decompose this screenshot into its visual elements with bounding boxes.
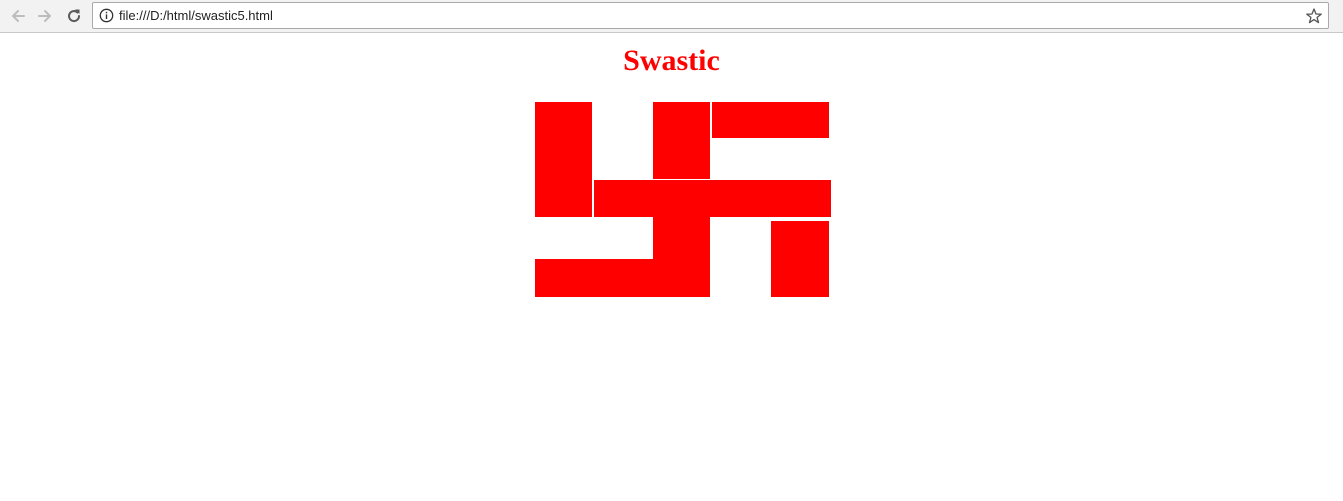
- info-icon[interactable]: [99, 8, 114, 23]
- page-content: Swastic: [0, 34, 1343, 501]
- page-title: Swastic: [623, 44, 720, 77]
- symbol-block: [653, 102, 710, 179]
- back-button[interactable]: [7, 5, 29, 27]
- symbol-block: [653, 217, 710, 297]
- address-bar[interactable]: file:///D:/html/swastic5.html: [92, 2, 1329, 29]
- browser-toolbar: file:///D:/html/swastic5.html: [0, 0, 1343, 33]
- symbol-block: [771, 221, 829, 297]
- arrow-right-icon: [38, 10, 51, 22]
- symbol-block: [535, 259, 653, 297]
- symbol-block: [535, 102, 592, 217]
- bookmark-star-icon[interactable]: [1305, 7, 1323, 25]
- reload-button[interactable]: [63, 5, 85, 27]
- forward-button[interactable]: [34, 5, 56, 27]
- reload-icon: [68, 9, 81, 23]
- symbol-block: [712, 102, 829, 138]
- symbol-block: [594, 180, 831, 217]
- url-text[interactable]: file:///D:/html/swastic5.html: [119, 8, 273, 23]
- arrow-left-icon: [12, 10, 25, 22]
